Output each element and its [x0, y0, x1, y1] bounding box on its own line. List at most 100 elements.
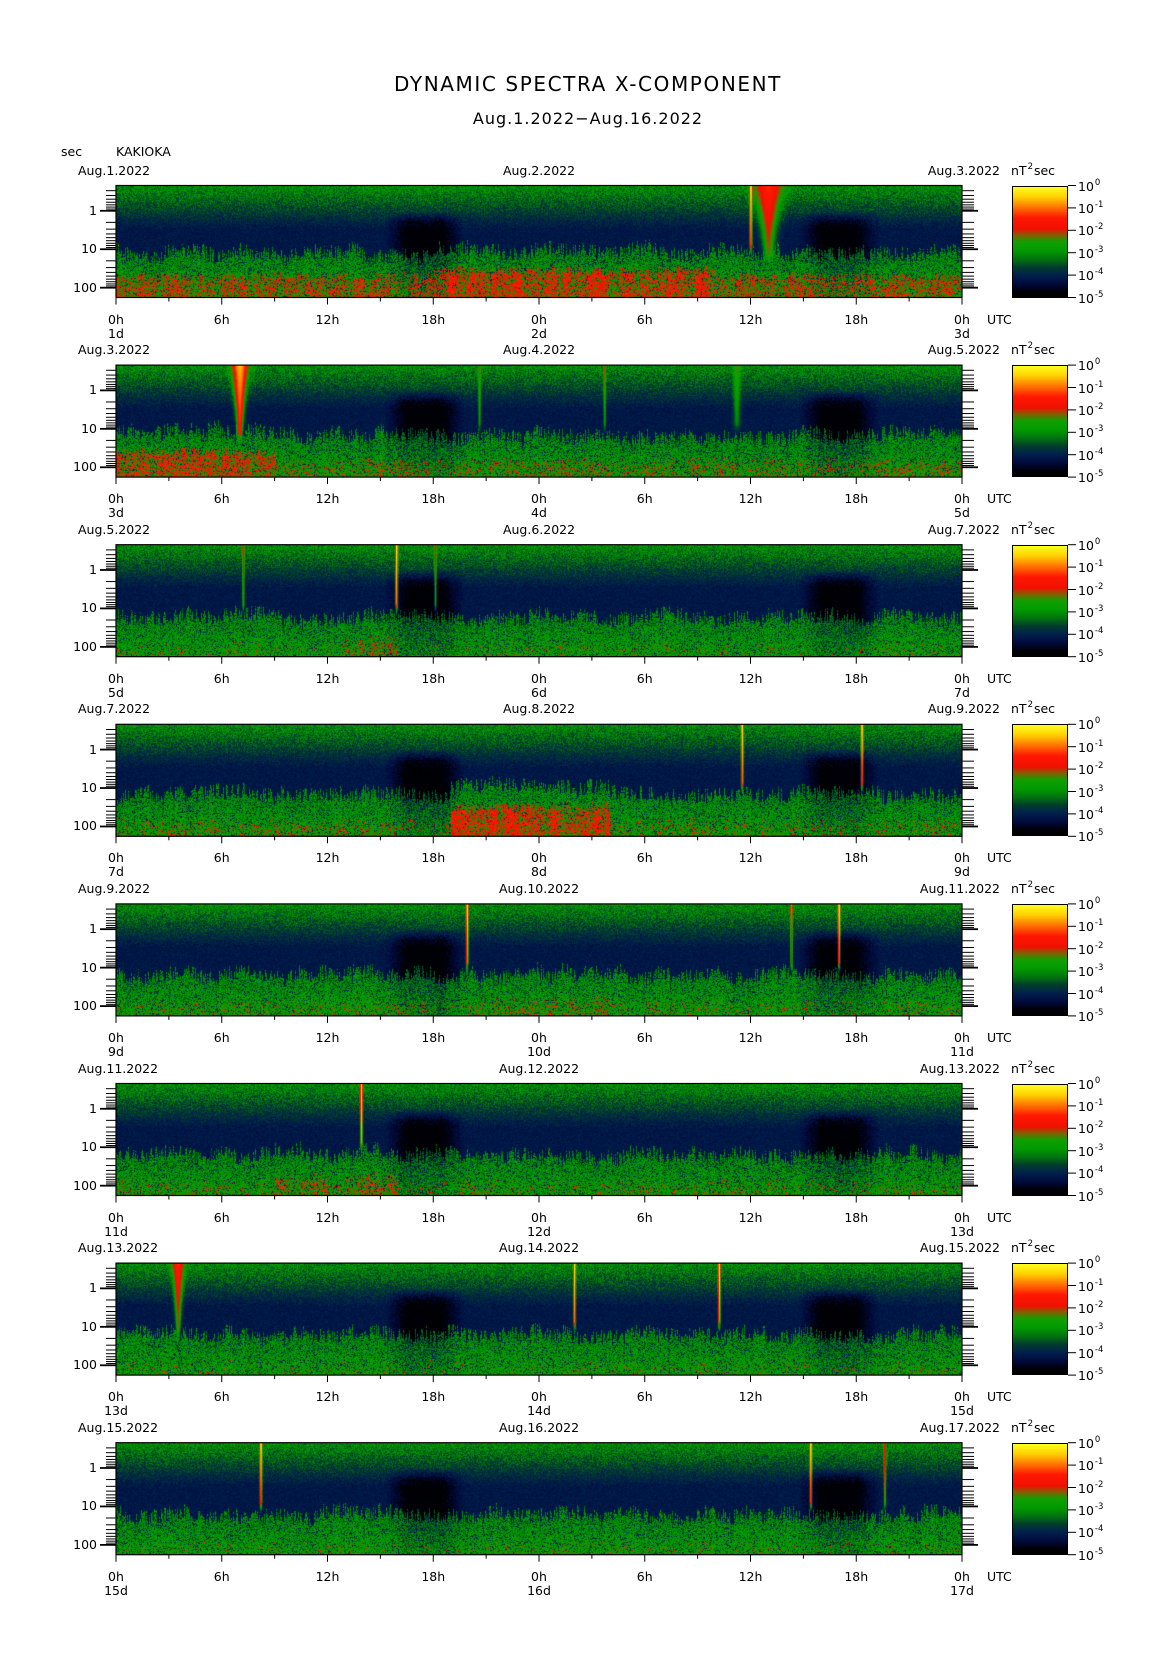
x-unit-label: UTC [987, 1029, 1012, 1045]
x-tick-label: 0h [108, 1389, 124, 1405]
colorbar-tick-exponent: -1 [1094, 918, 1104, 929]
colorbar-tick-label: 100 [1078, 1435, 1101, 1451]
colorbar-tick-base: 10 [1078, 1076, 1094, 1092]
panel-start-date: Aug.9.2022 [78, 880, 151, 896]
x-tick-label: 0h [108, 1209, 124, 1225]
colorbar-tick-exponent: 0 [1094, 1075, 1101, 1086]
y-tick-label: 100 [73, 998, 97, 1014]
colorbar-tick-base: 10 [1078, 560, 1094, 576]
colorbar-tick-base: 10 [1078, 470, 1094, 486]
x-tick-label: 12h [738, 1389, 763, 1405]
x-tick-label: 0h [108, 1568, 124, 1584]
x-tick-label: 18h [844, 1029, 869, 1045]
x-tick-label: 6h [636, 1389, 653, 1405]
day-label: 7d [954, 684, 970, 700]
colorbar-unit-exponent: 2 [1027, 341, 1033, 352]
panel-mid-date: Aug.10.2022 [498, 880, 580, 896]
x-tick-label: 0h [954, 1389, 970, 1405]
colorbar-tick-label: 100 [1078, 358, 1101, 373]
x-tick-label: 12h [315, 1389, 340, 1405]
day-label: 3d [108, 505, 124, 521]
day-label: 14d [527, 1403, 551, 1419]
colorbar-tick-exponent: -5 [1094, 648, 1104, 659]
x-tick-label: 0h [954, 850, 970, 866]
colorbar-tick-base: 10 [1078, 290, 1094, 306]
panel-start-date: Aug.5.2022 [78, 521, 151, 537]
x-tick-label: 0h [954, 670, 970, 686]
colorbar-tick-exponent: 0 [1094, 716, 1101, 727]
colorbar-unit-exponent: 2 [1027, 520, 1033, 531]
y-tick-label: 100 [73, 459, 97, 475]
colorbar-tick-exponent: -3 [1094, 603, 1104, 614]
day-label: 15d [104, 1582, 128, 1598]
y-tick-label: 100 [73, 1357, 97, 1373]
colorbar-tick-label: 10-4 [1078, 805, 1104, 822]
x-tick-label: 0h [954, 1209, 970, 1225]
y-tick-label: 1 [89, 561, 97, 577]
panel-start-date: Aug.11.2022 [78, 1060, 159, 1076]
x-tick-label: 18h [844, 670, 869, 686]
x-tick-label: 6h [636, 670, 653, 686]
x-tick-label: 18h [844, 1389, 869, 1405]
x-tick-label: 0h [531, 1029, 547, 1045]
colorbar-tick-label: 100 [1078, 536, 1101, 553]
panel-mid-date: Aug.2.2022 [502, 162, 576, 178]
x-tick-label: 12h [738, 670, 763, 686]
x-tick-label: 0h [531, 1568, 547, 1584]
y-axis-unit-label: sec [61, 144, 83, 159]
colorbar-tick-label: 10-3 [1078, 1323, 1104, 1338]
day-label: 2d [531, 325, 547, 341]
day-label: 12d [527, 1223, 551, 1239]
x-tick-label: 12h [738, 850, 763, 866]
colorbar-unit-label: nT2sec [1011, 1240, 1055, 1255]
colorbar-tick-exponent: -3 [1094, 244, 1104, 255]
x-tick-label: 0h [531, 311, 547, 327]
colorbar-unit-exponent: 2 [1027, 700, 1033, 711]
x-tick-label: 18h [844, 1209, 869, 1225]
colorbar-tick-label: 10-2 [1078, 582, 1104, 598]
x-tick-label: 0h [954, 311, 970, 327]
panel-end-date: Aug.11.2022 [919, 880, 1000, 896]
colorbar-unit-suffix: sec [1033, 162, 1056, 178]
colorbar-tick-exponent: -4 [1094, 805, 1104, 816]
colorbar-tick-label: 10-5 [1078, 290, 1104, 306]
colorbar-unit-label: nT2sec [1011, 1060, 1055, 1076]
colorbar-tick-exponent: -2 [1094, 1479, 1104, 1490]
colorbar-tick-exponent: 0 [1094, 177, 1101, 188]
colorbar-tick-base: 10 [1078, 402, 1094, 418]
colorbar-tick-base: 10 [1078, 784, 1094, 800]
colorbar-tick-label: 10-1 [1078, 739, 1104, 755]
x-tick-label: 0h [954, 1568, 970, 1584]
colorbar-tick-base: 10 [1078, 1368, 1094, 1384]
panel-end-date: Aug.9.2022 [927, 701, 1000, 717]
colorbar-tick-exponent: -4 [1094, 626, 1104, 637]
colorbar-tick-label: 10-4 [1078, 1345, 1104, 1361]
x-tick-label: 0h [108, 491, 124, 507]
x-tick-label: 18h [421, 1568, 446, 1584]
day-label: 7d [108, 864, 124, 880]
colorbar-tick-label: 10-2 [1078, 1121, 1104, 1136]
x-unit-label: UTC [987, 491, 1012, 507]
colorbar-unit-label: nT2sec [1011, 700, 1055, 716]
y-tick-label: 100 [73, 638, 97, 654]
panel-end-date: Aug.17.2022 [919, 1419, 1000, 1435]
colorbar-tick-label: 10-4 [1078, 1166, 1104, 1181]
colorbar-tick-exponent: 0 [1094, 536, 1101, 547]
x-tick-label: 0h [531, 1389, 547, 1405]
day-label: 9d [954, 864, 970, 880]
colorbar-tick-exponent: -2 [1094, 222, 1104, 233]
x-unit-label: UTC [987, 1568, 1012, 1584]
panel-mid-date: Aug.16.2022 [498, 1419, 580, 1435]
colorbar-tick-label: 10-1 [1078, 560, 1104, 576]
day-label: 3d [954, 325, 970, 341]
colorbar-tick-label: 10-1 [1078, 380, 1104, 396]
colorbar-tick-base: 10 [1078, 537, 1094, 553]
colorbar-unit-suffix: sec [1033, 521, 1056, 537]
x-tick-label: 18h [844, 1568, 869, 1584]
colorbar-unit-label: nT2sec [1011, 1419, 1055, 1435]
colorbar-tick-label: 100 [1078, 177, 1101, 194]
day-label: 9d [108, 1043, 124, 1059]
colorbar-tick-base: 10 [1078, 582, 1094, 598]
x-tick-label: 0h [531, 670, 547, 686]
colorbar-tick-base: 10 [1078, 1143, 1094, 1159]
